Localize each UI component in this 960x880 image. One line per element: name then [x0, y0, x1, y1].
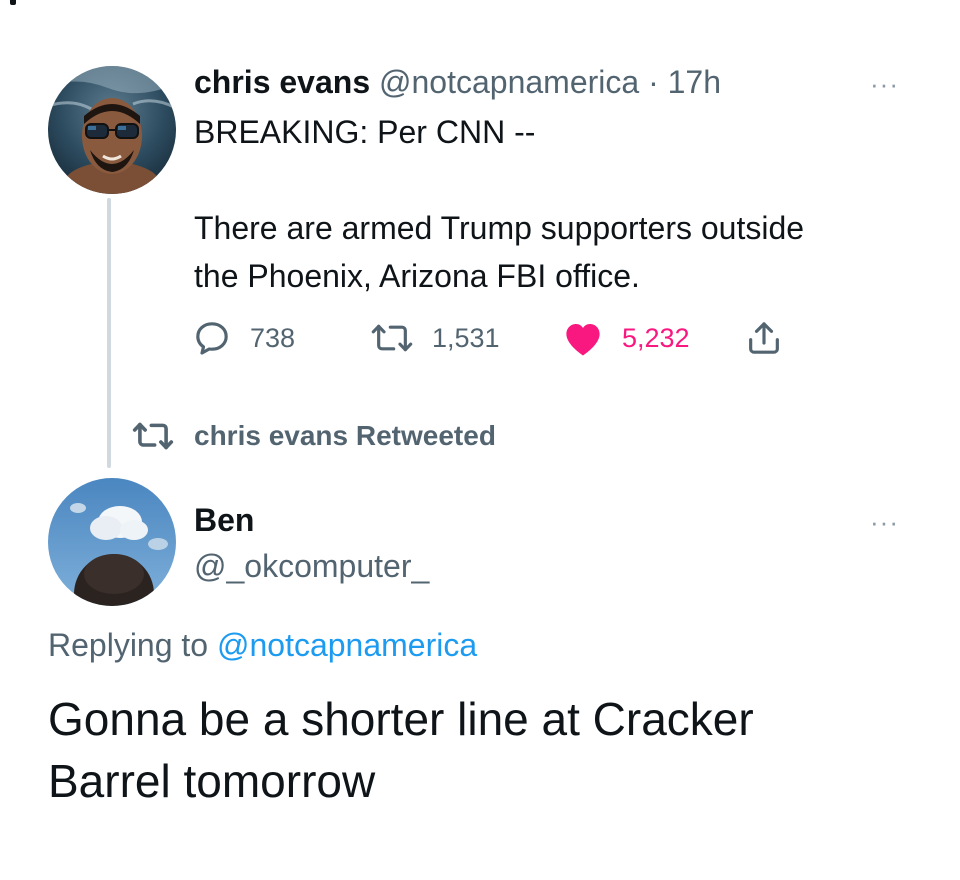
tweet-header: chris evans @notcapnamerica · 17h: [194, 62, 721, 102]
retweet-icon: [132, 422, 174, 450]
reply-button[interactable]: 738: [192, 318, 295, 358]
retweeted-banner[interactable]: chris evans Retweeted: [130, 418, 496, 454]
reply-text-line-2: Barrel tomorrow: [48, 755, 376, 807]
header-separator: ·: [648, 64, 659, 100]
author-handle[interactable]: @notcapnamerica: [379, 64, 639, 100]
avatar-chris-evans[interactable]: [48, 66, 176, 194]
tweet-timestamp[interactable]: 17h: [668, 64, 721, 100]
replying-to-prefix: Replying to: [48, 627, 209, 663]
heart-icon: [566, 324, 600, 356]
reply-text: Gonna be a shorter line at Cracker Barre…: [48, 688, 928, 812]
reply-text-line-1: Gonna be a shorter line at Cracker: [48, 693, 754, 745]
retweet-icon: [371, 324, 413, 352]
tweet-text-line-1: BREAKING: Per CNN --: [194, 114, 536, 150]
share-button[interactable]: [744, 318, 802, 358]
reply-author-handle[interactable]: @_okcomputer_: [194, 546, 429, 586]
reply-author-display-name[interactable]: Ben: [194, 500, 254, 540]
replying-to: Replying to @notcapnamerica: [48, 624, 477, 666]
like-button[interactable]: 5,232: [562, 318, 690, 358]
like-count: 5,232: [622, 322, 690, 353]
tweet-text-line-3: the Phoenix, Arizona FBI office.: [194, 258, 640, 294]
reply-count: 738: [250, 322, 296, 353]
avatar-ben[interactable]: [48, 478, 176, 606]
author-display-name[interactable]: chris evans: [194, 64, 370, 100]
more-options-icon[interactable]: ···: [870, 509, 899, 535]
reply-icon: [196, 322, 228, 355]
retweet-count: 1,531: [432, 322, 500, 353]
retweet-button[interactable]: 1,531: [370, 318, 500, 358]
retweeted-label: chris evans Retweeted: [194, 420, 496, 451]
more-options-icon[interactable]: ···: [870, 71, 899, 97]
replying-to-mention[interactable]: @notcapnamerica: [217, 627, 477, 663]
thread-connector: [107, 198, 111, 468]
previous-tweet-edge: [10, 0, 16, 5]
share-icon: [749, 322, 779, 354]
tweet-text-line-2: There are armed Trump supporters outside: [194, 210, 805, 246]
